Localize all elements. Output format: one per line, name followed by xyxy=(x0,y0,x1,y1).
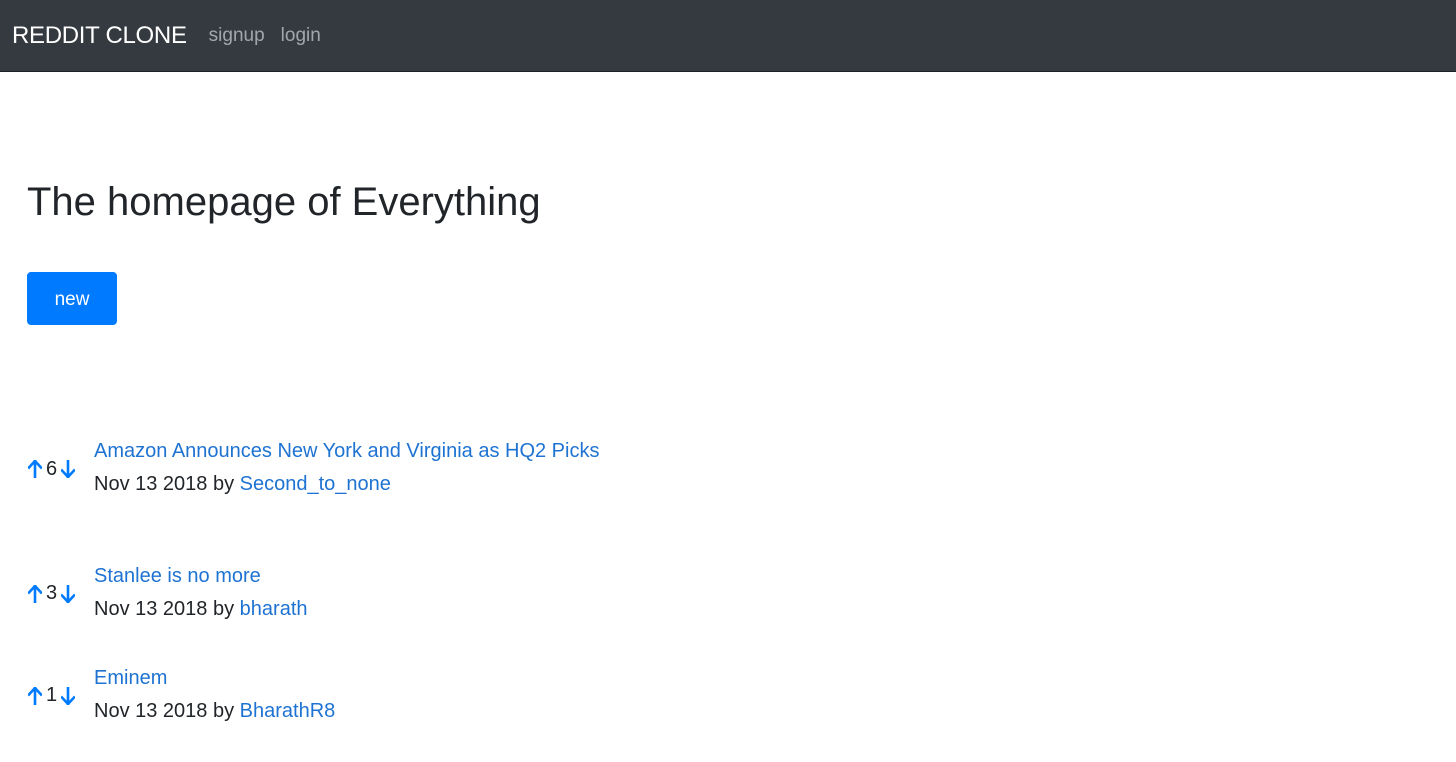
post-by-label: by xyxy=(212,473,235,495)
page-title: The homepage of Everything xyxy=(27,180,541,224)
post-title-link[interactable]: Stanlee is no more xyxy=(94,561,308,591)
post-item: 1 Eminem Nov 13 2018 by BharathR8 xyxy=(27,637,1429,739)
post-by-label: by xyxy=(212,597,235,620)
post-title-link[interactable]: Amazon Announces New York and Virginia a… xyxy=(94,436,599,466)
arrow-up-icon[interactable] xyxy=(27,459,43,479)
post-author-link[interactable]: BharathR8 xyxy=(240,700,336,722)
post-meta: Nov 13 2018 by Second_to_none xyxy=(94,466,599,502)
post-date: Nov 13 2018 xyxy=(94,473,208,495)
post-by-label: by xyxy=(212,699,235,722)
post-title-link[interactable]: Eminem xyxy=(94,663,335,693)
post-item: 3 Stanlee is no more Nov 13 2018 by bhar… xyxy=(27,535,1429,637)
post-body: Stanlee is no more Nov 13 2018 by bharat… xyxy=(94,561,308,627)
post-body: Eminem Nov 13 2018 by BharathR8 xyxy=(94,663,335,729)
post-list: 6 Amazon Announces New York and Virginia… xyxy=(27,433,1429,739)
vote-score: 6 xyxy=(46,457,58,480)
vote-score: 1 xyxy=(46,684,58,706)
post-author-link[interactable]: bharath xyxy=(240,598,308,620)
login-link[interactable]: login xyxy=(281,25,321,47)
vote-widget: 3 xyxy=(27,582,94,605)
arrow-up-icon[interactable] xyxy=(27,686,43,706)
arrow-down-icon[interactable] xyxy=(60,584,76,604)
post-body: Amazon Announces New York and Virginia a… xyxy=(94,436,599,502)
post-meta: Nov 13 2018 by BharathR8 xyxy=(94,693,335,729)
post-meta: Nov 13 2018 by bharath xyxy=(94,591,308,627)
brand-link[interactable]: REDDIT CLONE xyxy=(12,22,187,50)
vote-score: 3 xyxy=(46,582,58,604)
new-post-button[interactable]: new post xyxy=(27,272,117,363)
arrow-down-icon[interactable] xyxy=(60,459,76,479)
arrow-down-icon[interactable] xyxy=(60,686,76,706)
post-item: 6 Amazon Announces New York and Virginia… xyxy=(27,433,1429,505)
top-navbar: REDDIT CLONE signup login xyxy=(0,0,1456,72)
arrow-up-icon[interactable] xyxy=(27,584,43,604)
vote-widget: 1 xyxy=(27,684,94,707)
vote-widget: 6 xyxy=(27,458,94,481)
signup-link[interactable]: signup xyxy=(209,25,265,47)
post-date: Nov 13 2018 xyxy=(94,699,208,722)
post-date: Nov 13 2018 xyxy=(94,597,208,620)
post-author-link[interactable]: Second_to_none xyxy=(240,473,391,495)
main-content: The homepage of Everything new post 6 Am… xyxy=(0,72,1456,739)
